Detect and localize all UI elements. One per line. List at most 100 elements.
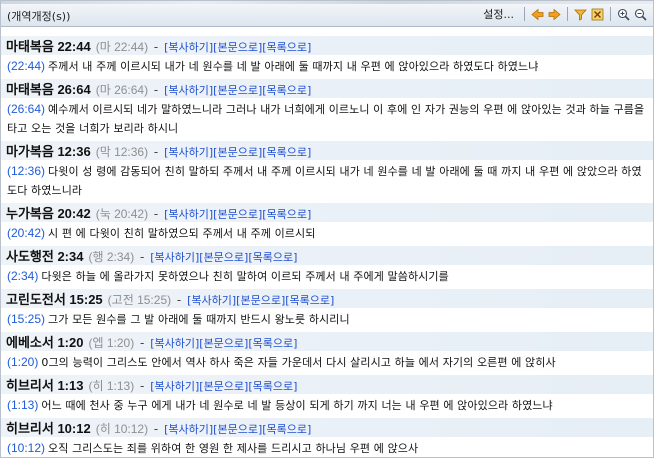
- verse-item: 에베소서 1:20 (엡 1:20) - [복사하기][본문으로][목록으로] (…: [1, 332, 653, 375]
- bracket-close: ]: [307, 423, 312, 436]
- window-title: (개역개정(s)): [7, 10, 71, 23]
- verse-abbreviation: (엡 1:20): [88, 336, 135, 350]
- verse-reference: 마가복음 12:36: [6, 144, 91, 159]
- go-to-text-link[interactable]: 본문으로: [204, 251, 244, 264]
- verse-body: (22:44) 주께서 내 주께 이르시되 내가 네 원수를 네 발 아래에 둘 …: [1, 55, 653, 79]
- verse-number: (26:64): [7, 102, 46, 116]
- go-to-list-link[interactable]: 목록으로: [267, 423, 307, 436]
- bracket-sep: ][: [244, 337, 253, 350]
- filter-icon[interactable]: [573, 7, 588, 22]
- copy-link[interactable]: 복사하기: [168, 208, 208, 221]
- toolbar-separator: [610, 7, 611, 21]
- verse-item: 마태복음 26:64 (마 26:64) - [복사하기][본문으로][목록으로]…: [1, 79, 653, 141]
- verse-abbreviation: (눅 20:42): [95, 207, 149, 221]
- verse-item: 히브리서 1:13 (히 1:13) - [복사하기][본문으로][목록으로] (…: [1, 375, 653, 418]
- title-bar-strip: [1, 1, 653, 4]
- go-to-text-link[interactable]: 본문으로: [240, 294, 280, 307]
- verse-header: 누가복음 20:42 (눅 20:42) - [복사하기][본문으로][목록으로]: [1, 203, 653, 222]
- verse-number: (15:25): [7, 312, 46, 326]
- verse-reference: 사도행전 2:34: [6, 249, 84, 264]
- separator-dash: -: [150, 207, 163, 221]
- go-to-list-link[interactable]: 목록으로: [267, 84, 307, 97]
- go-to-text-link[interactable]: 본문으로: [217, 208, 257, 221]
- verse-body: (20:42) 시 편 에 다윗이 친히 말하였으되 주께서 내 주께 이르시되: [1, 222, 653, 246]
- settings-button[interactable]: 설정...: [479, 6, 518, 22]
- verse-abbreviation: (마 22:44): [95, 40, 149, 54]
- bracket-sep: ][: [257, 41, 267, 54]
- bracket-sep: ][: [257, 84, 267, 97]
- bracket-close: ]: [307, 84, 312, 97]
- go-to-text-link[interactable]: 본문으로: [204, 337, 244, 350]
- bracket-close: ]: [307, 146, 312, 159]
- verse-text: 예수께서 이르시되 네가 말하였느니라 그러나 내가 너희에게 이르노니 이 후…: [7, 103, 645, 135]
- bracket-sep: ][: [244, 251, 253, 264]
- verse-header: 에베소서 1:20 (엡 1:20) - [복사하기][본문으로][목록으로]: [1, 332, 653, 351]
- separator-dash: -: [150, 40, 163, 54]
- bracket-sep: ][: [257, 146, 267, 159]
- verse-reference: 마태복음 26:64: [6, 82, 91, 97]
- verse-text: 주께서 내 주께 이르시되 내가 네 원수를 네 발 아래에 둘 때까지 내 우…: [48, 60, 539, 73]
- go-to-text-link[interactable]: 본문으로: [217, 146, 257, 159]
- bracket-close: ]: [293, 251, 298, 264]
- go-to-list-link[interactable]: 목록으로: [267, 208, 307, 221]
- bracket-sep: ][: [194, 251, 204, 264]
- verse-body: (12:36) 다윗이 성 령에 감동되어 친히 말하되 주께서 내 주께 이르시…: [1, 160, 653, 203]
- separator-dash: -: [136, 250, 149, 264]
- verse-body: (1:20) 0그의 능력이 그리스도 안에서 역사 하사 죽은 자들 가운데서 …: [1, 351, 653, 375]
- copy-link[interactable]: 복사하기: [168, 146, 208, 159]
- arrow-right-icon[interactable]: [547, 7, 562, 22]
- verse-item: 고린도전서 15:25 (고전 15:25) - [복사하기][본문으로][목록으…: [1, 289, 653, 332]
- copy-link[interactable]: 복사하기: [168, 423, 208, 436]
- verse-abbreviation: (히 10:12): [95, 422, 149, 436]
- go-to-text-link[interactable]: 본문으로: [217, 423, 257, 436]
- verse-number: (1:20): [7, 355, 39, 369]
- verse-abbreviation: (고전 15:25): [107, 293, 172, 307]
- copy-link[interactable]: 복사하기: [154, 337, 194, 350]
- verse-item: 사도행전 2:34 (행 2:34) - [복사하기][본문으로][목록으로] (…: [1, 246, 653, 289]
- go-to-list-link[interactable]: 목록으로: [253, 337, 293, 350]
- verse-body: (10:12) 오직 그리스도는 죄를 위하여 한 영원 한 제사를 드리시고 하…: [1, 437, 653, 459]
- copy-link[interactable]: 복사하기: [168, 84, 208, 97]
- verse-reference: 마태복음 22:44: [6, 39, 91, 54]
- go-to-text-link[interactable]: 본문으로: [217, 41, 257, 54]
- verse-search-window: (개역개정(s)) 설정... 마태복음 22:44 (마 22:44) - […: [0, 0, 654, 458]
- go-to-list-link[interactable]: 목록으로: [290, 294, 330, 307]
- verse-number: (1:13): [7, 398, 39, 412]
- verse-item: 마가복음 12:36 (막 12:36) - [복사하기][본문으로][목록으로]…: [1, 141, 653, 203]
- verse-item: 누가복음 20:42 (눅 20:42) - [복사하기][본문으로][목록으로]…: [1, 203, 653, 246]
- verse-text: 시 편 에 다윗이 친히 말하였으되 주께서 내 주께 이르시되: [48, 227, 316, 240]
- verse-text: 오직 그리스도는 죄를 위하여 한 영원 한 제사를 드리시고 하나님 우편 에…: [48, 442, 419, 455]
- copy-link[interactable]: 복사하기: [154, 251, 194, 264]
- verse-text: 그가 모든 원수를 그 발 아래에 둘 때까지 반드시 왕노릇 하시리니: [48, 313, 350, 326]
- go-to-text-link[interactable]: 본문으로: [217, 84, 257, 97]
- verse-header: 마태복음 26:64 (마 26:64) - [복사하기][본문으로][목록으로]: [1, 79, 653, 98]
- go-to-list-link[interactable]: 목록으로: [253, 251, 293, 264]
- verse-abbreviation: (행 2:34): [88, 250, 135, 264]
- zoom-out-icon[interactable]: [633, 7, 648, 22]
- bracket-sep: ][: [194, 380, 204, 393]
- verse-reference: 히브리서 1:13: [6, 378, 84, 393]
- separator-dash: -: [150, 145, 163, 159]
- verse-header: 마태복음 22:44 (마 22:44) - [복사하기][본문으로][목록으로]: [1, 36, 653, 55]
- separator-dash: -: [150, 83, 163, 97]
- copy-link[interactable]: 복사하기: [154, 380, 194, 393]
- bracket-sep: ][: [194, 337, 204, 350]
- go-to-text-link[interactable]: 본문으로: [204, 380, 244, 393]
- bracket-close: ]: [330, 294, 335, 307]
- bracket-sep: ][: [257, 423, 267, 436]
- verse-header: 히브리서 10:12 (히 10:12) - [복사하기][본문으로][목록으로]: [1, 418, 653, 437]
- verse-header: 히브리서 1:13 (히 1:13) - [복사하기][본문으로][목록으로]: [1, 375, 653, 394]
- copy-link[interactable]: 복사하기: [168, 41, 208, 54]
- zoom-in-icon[interactable]: [616, 7, 631, 22]
- verse-abbreviation: (막 12:36): [95, 145, 149, 159]
- verse-reference: 에베소서 1:20: [6, 335, 84, 350]
- arrow-left-icon[interactable]: [530, 7, 545, 22]
- copy-link[interactable]: 복사하기: [191, 294, 231, 307]
- bracket-sep: ][: [257, 208, 267, 221]
- go-to-list-link[interactable]: 목록으로: [253, 380, 293, 393]
- bracket-close: ]: [293, 380, 298, 393]
- go-to-list-link[interactable]: 목록으로: [267, 41, 307, 54]
- verse-body: (15:25) 그가 모든 원수를 그 발 아래에 둘 때까지 반드시 왕노릇 하…: [1, 308, 653, 332]
- close-box-icon[interactable]: [590, 7, 605, 22]
- go-to-list-link[interactable]: 목록으로: [267, 146, 307, 159]
